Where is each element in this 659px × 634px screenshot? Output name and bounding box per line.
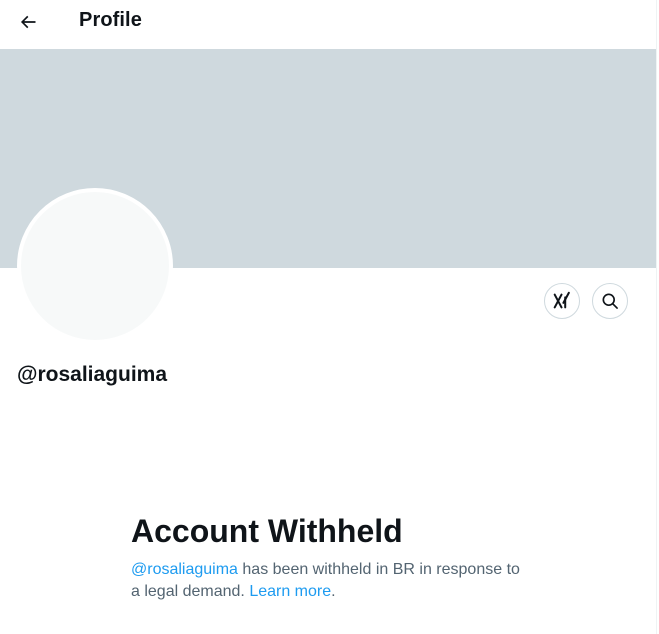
profile-handle: @rosaliaguima <box>17 363 168 386</box>
arrow-left-icon <box>20 15 36 29</box>
search-icon <box>602 293 618 309</box>
learn-more-link[interactable]: Learn more <box>249 583 331 600</box>
top-navigation-bar: Profile <box>0 0 656 48</box>
profile-page: Profile @rosaliaguima Account Withheld @… <box>0 0 659 634</box>
back-button[interactable] <box>10 4 46 40</box>
withheld-notice: Account Withheld @rosaliaguima has been … <box>131 511 531 603</box>
withheld-title: Account Withheld <box>131 513 403 549</box>
grok-icon <box>553 291 570 309</box>
search-button[interactable] <box>592 283 628 319</box>
withheld-period: . <box>331 583 336 600</box>
avatar[interactable] <box>17 188 173 344</box>
withheld-message: @rosaliaguima has been withheld in BR in… <box>131 559 531 603</box>
handle-link[interactable]: @rosaliaguima <box>131 561 238 578</box>
page-title: Profile <box>79 9 142 31</box>
grok-button[interactable] <box>544 283 580 319</box>
column-divider <box>656 0 657 634</box>
